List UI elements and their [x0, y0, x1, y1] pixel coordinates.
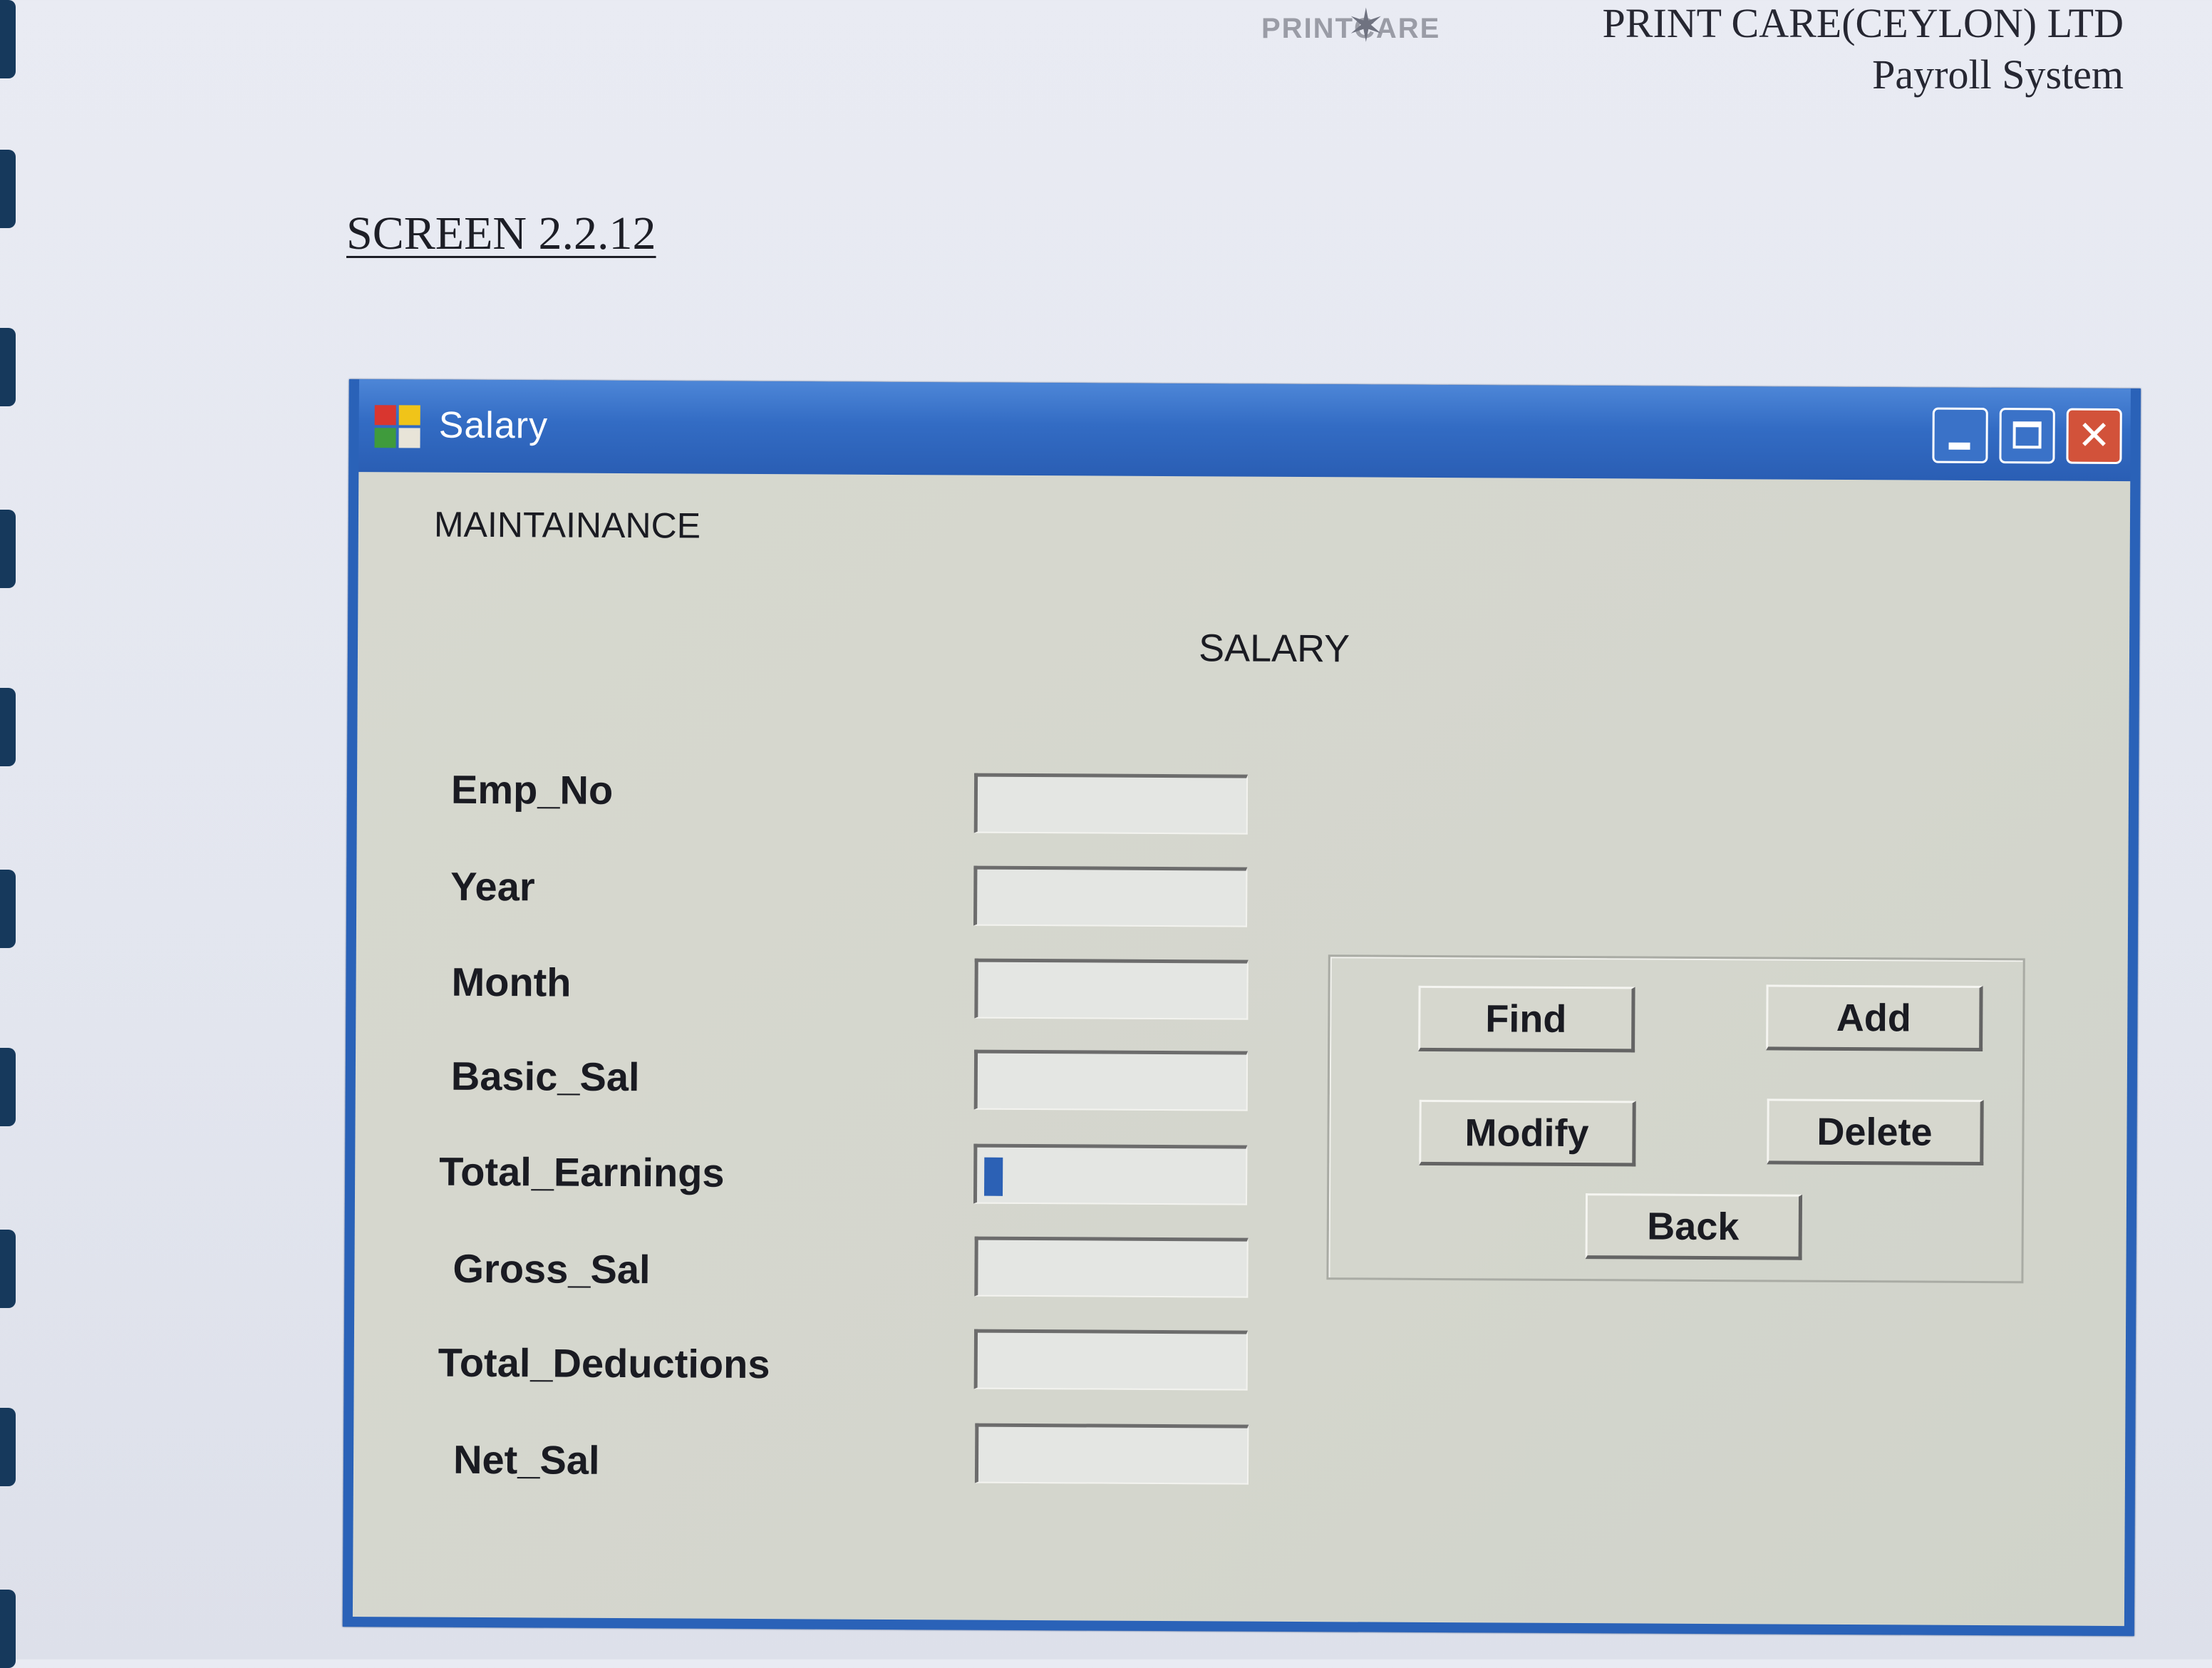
- action-button-group: Find Add Modify Delete Back: [1326, 954, 2025, 1284]
- basic-sal-input[interactable]: [977, 1053, 1247, 1110]
- total-deductions-label: Total_Deductions: [438, 1339, 770, 1387]
- minimize-button[interactable]: [1932, 407, 1988, 464]
- system-name: Payroll System: [1872, 51, 2124, 98]
- net-sal-input[interactable]: [978, 1426, 1248, 1483]
- form-title: SALARY: [1198, 627, 1350, 671]
- binding-hole: [0, 1048, 16, 1126]
- binding-hole: [0, 1590, 16, 1668]
- gross-sal-label: Gross_Sal: [453, 1245, 651, 1292]
- screen-label: SCREEN 2.2.12: [346, 207, 656, 259]
- binding-hole: [0, 688, 16, 766]
- year-field[interactable]: [973, 865, 1248, 927]
- app-icon[interactable]: [374, 405, 424, 449]
- spiral-binding: [0, 0, 21, 1668]
- total-earnings-label: Total_Earnings: [439, 1148, 725, 1195]
- total-deductions-field[interactable]: [973, 1329, 1249, 1391]
- binding-hole: [0, 1408, 16, 1486]
- basic-sal-label: Basic_Sal: [450, 1053, 640, 1100]
- back-button[interactable]: Back: [1585, 1193, 1803, 1260]
- year-label: Year: [450, 863, 535, 910]
- maximize-button[interactable]: [1999, 408, 2055, 464]
- form-area: MAINTAINANCE SALARY Emp_No Year Month Ba…: [352, 472, 2131, 1627]
- total-earnings-field[interactable]: [973, 1143, 1248, 1205]
- window-title: Salary: [438, 404, 549, 447]
- binding-hole: [0, 0, 16, 78]
- modify-button[interactable]: Modify: [1419, 1099, 1636, 1167]
- binding-hole: [0, 1230, 16, 1308]
- emp-no-input[interactable]: [977, 776, 1247, 833]
- company-logo: PRINTCARE ✶: [1261, 0, 1468, 57]
- total-deductions-input[interactable]: [977, 1332, 1247, 1389]
- gross-sal-field[interactable]: [974, 1236, 1249, 1298]
- gross-sal-input[interactable]: [978, 1240, 1247, 1297]
- binding-hole: [0, 870, 16, 948]
- binding-hole: [0, 510, 16, 588]
- maximize-icon: [2012, 421, 2042, 449]
- minimize-icon: [1948, 442, 1970, 450]
- logo-star-icon: ✶: [1347, 0, 1385, 53]
- basic-sal-field[interactable]: [973, 1049, 1249, 1111]
- month-label: Month: [451, 959, 572, 1005]
- net-sal-label: Net_Sal: [453, 1436, 600, 1483]
- total-earnings-input[interactable]: [976, 1147, 1246, 1204]
- company-name: PRINT CARE(CEYLON) LTD: [1602, 0, 2124, 46]
- month-input[interactable]: [978, 962, 1247, 1019]
- add-button[interactable]: Add: [1766, 984, 1983, 1052]
- binding-hole: [0, 328, 16, 406]
- binding-hole: [0, 150, 16, 228]
- close-button[interactable]: ✕: [2066, 408, 2122, 465]
- close-icon: ✕: [2077, 412, 2112, 459]
- title-bar[interactable]: Salary ✕: [358, 379, 2131, 482]
- delete-button[interactable]: Delete: [1767, 1098, 1984, 1166]
- find-button[interactable]: Find: [1418, 985, 1635, 1053]
- menu-label: MAINTAINANCE: [433, 504, 701, 546]
- month-field[interactable]: [974, 958, 1249, 1020]
- net-sal-field[interactable]: [974, 1423, 1249, 1485]
- emp-no-field[interactable]: [973, 773, 1249, 835]
- year-input[interactable]: [977, 869, 1246, 926]
- emp-no-label: Emp_No: [450, 766, 614, 813]
- salary-window: Salary ✕ MAINTAINANCE SALARY Emp_No Year…: [342, 379, 2141, 1637]
